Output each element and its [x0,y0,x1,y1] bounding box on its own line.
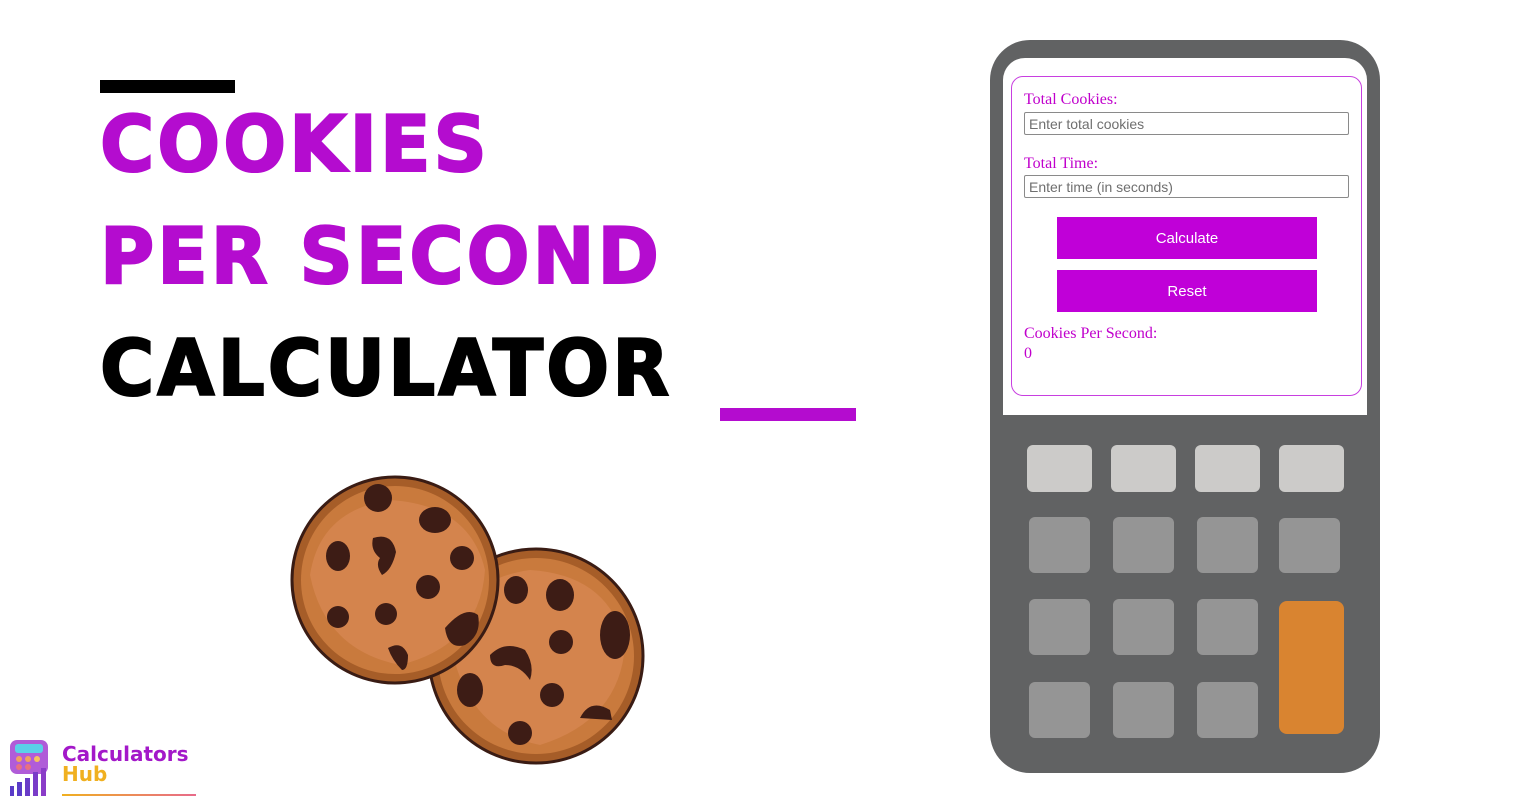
cookie-front [290,475,500,685]
keypad-key [1279,518,1340,573]
cookies-icon [290,475,645,765]
keypad-key [1029,599,1090,655]
total-time-label: Total Time: [1024,155,1099,172]
keypad-key [1029,517,1090,573]
total-cookies-label: Total Cookies: [1024,91,1118,108]
keypad-key-equals [1279,601,1344,734]
calculate-button[interactable]: Calculate [1057,217,1317,259]
logo-text-calculators: Calculators [62,742,189,766]
keypad-key [1195,445,1260,492]
title-line-per-second: Per Second [99,211,662,302]
logo-text-hub: Hub [62,762,108,786]
keypad-key [1279,445,1344,492]
title-decor-bar-bottom [720,408,856,421]
keypad-key [1111,445,1176,492]
keypad-key [1027,445,1092,492]
keypad-key [1197,517,1258,573]
title-line-cookies: Cookies [99,99,490,190]
calculator-chart-icon [10,740,48,796]
keypad-key [1113,682,1174,738]
keypad-key [1197,599,1258,655]
keypad-key [1029,682,1090,738]
keypad-key [1113,599,1174,655]
total-time-input[interactable] [1024,175,1349,198]
keypad-key [1113,517,1174,573]
calculator-form: Total Cookies: Total Time: Calculate Res… [1011,76,1362,396]
result-value: 0 [1024,345,1032,362]
title-decor-bar-top [100,80,235,93]
reset-button[interactable]: Reset [1057,270,1317,312]
calculators-hub-logo[interactable]: Calculators Hub [6,738,196,798]
result-label: Cookies Per Second: [1024,325,1158,342]
keypad-key [1197,682,1258,738]
logo-underline [62,794,196,796]
title-line-calculator: Calculator [99,323,673,414]
total-cookies-input[interactable] [1024,112,1349,135]
